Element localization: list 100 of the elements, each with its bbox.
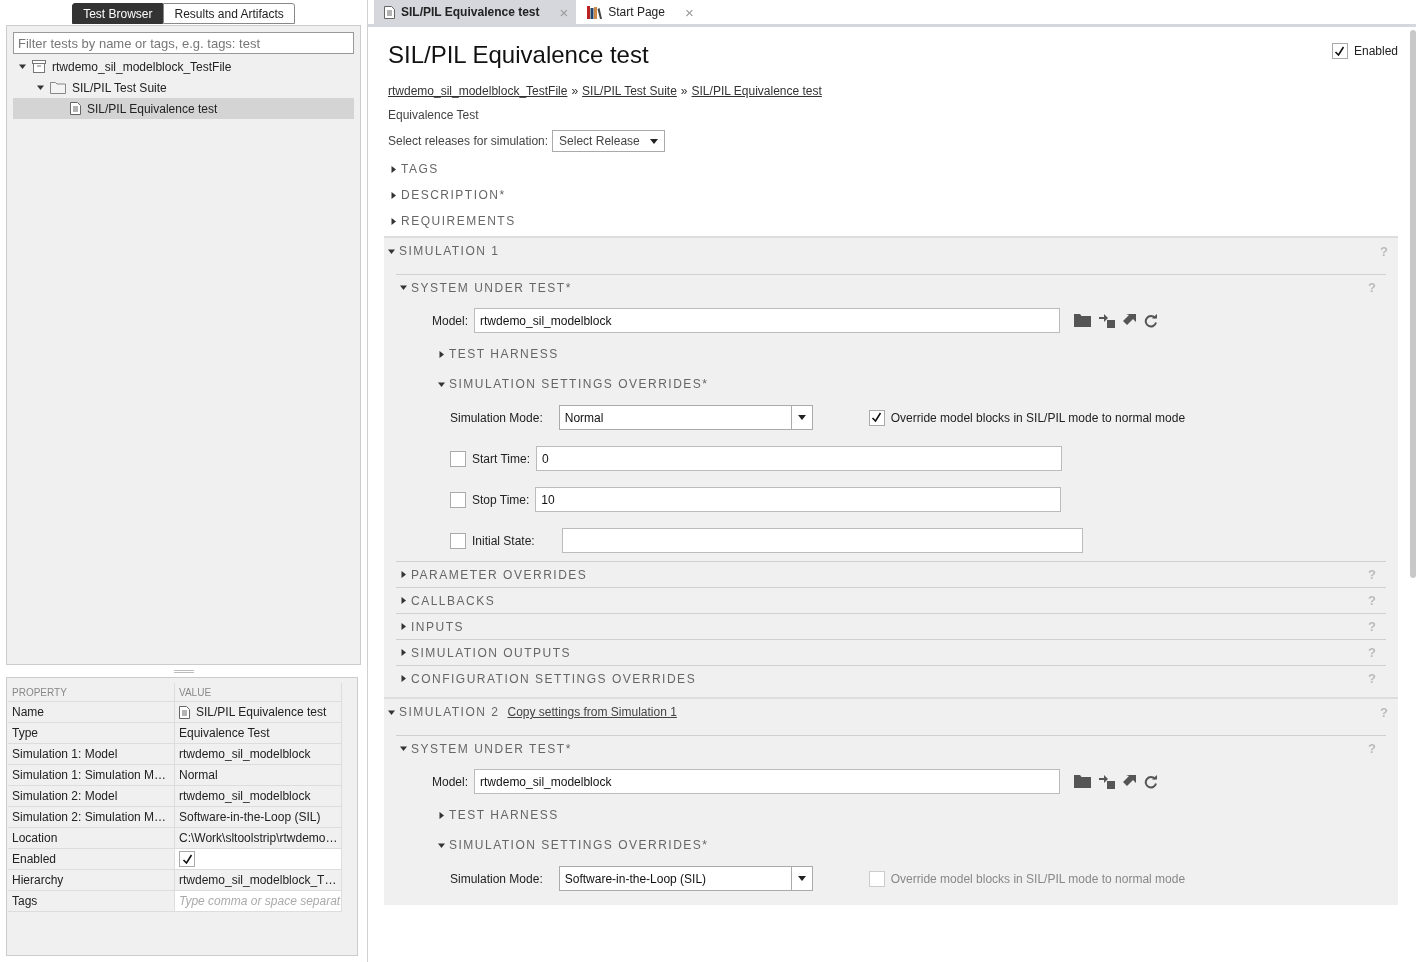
section-header[interactable]: SYSTEM UNDER TEST* ?	[396, 735, 1386, 761]
caret-icon	[797, 415, 806, 420]
section-header[interactable]: CONFIGURATION SETTINGS OVERRIDES ?	[396, 665, 1386, 691]
caret-icon[interactable]	[400, 745, 407, 752]
caret-icon[interactable]	[438, 811, 445, 819]
section-header[interactable]: SIMULATION OUTPUTS ?	[396, 639, 1386, 665]
caret-icon[interactable]	[400, 623, 407, 630]
checkbox[interactable]	[450, 532, 466, 549]
arrow-into-box-icon[interactable]	[1099, 313, 1116, 328]
model-field[interactable]: rtwdemo_sil_modelblock	[474, 769, 1061, 794]
table-cell: C:\Work\sltoolstrip\rtwdemo…	[175, 828, 342, 849]
override-label: Override model blocks in SIL/PIL mode to normal mode	[890, 410, 1186, 425]
arrow-into-box-icon[interactable]	[1099, 774, 1116, 789]
value-field[interactable]: 0	[536, 446, 1062, 471]
table-cell: Location	[8, 828, 175, 849]
tree-item[interactable]: SIL/PIL Equivalence test	[13, 98, 354, 119]
copy-settings-link[interactable]: Copy settings from Simulation 1	[507, 705, 677, 719]
caret-icon[interactable]	[388, 708, 395, 716]
caret-icon[interactable]	[438, 350, 445, 358]
caret-icon[interactable]	[390, 191, 397, 199]
section-header[interactable]: TEST HARNESS	[396, 341, 1386, 367]
breadcrumb-link[interactable]: rtwdemo_sil_modelblock_TestFile	[388, 84, 568, 98]
section-header[interactable]: INPUTS ?	[396, 613, 1386, 639]
section-title: PARAMETER OVERRIDES	[411, 567, 588, 582]
caret-icon[interactable]	[438, 380, 445, 388]
field-label: Start Time:	[472, 451, 530, 466]
panel-tab[interactable]: Test Browser	[72, 3, 164, 24]
section-title: SIMULATION 1	[399, 244, 500, 258]
close-button[interactable]: ×	[684, 3, 694, 21]
section-title: SIMULATION SETTINGS OVERRIDES*	[449, 377, 709, 391]
value-field[interactable]	[562, 528, 1083, 553]
section-title: REQUIREMENTS	[401, 214, 516, 228]
release-dropdown[interactable]: Select Release	[552, 130, 665, 152]
file-box-icon	[32, 60, 46, 73]
filter-field[interactable]: Filter tests by name or tags, e.g. tags: test	[13, 32, 354, 54]
section-header[interactable]: REQUIREMENTS	[384, 208, 1398, 234]
section-header[interactable]: DESCRIPTION*	[384, 182, 1398, 208]
table-cell: Type	[8, 723, 175, 744]
table-cell: Simulation 2: Model	[8, 786, 175, 807]
section-title: DESCRIPTION*	[401, 188, 506, 202]
section-title: INPUTS	[411, 619, 464, 634]
simulation-mode-dropdown[interactable]: Software-in-the-Loop (SIL)	[558, 866, 813, 891]
refresh-icon[interactable]	[1144, 313, 1159, 328]
caret-icon[interactable]	[388, 247, 395, 255]
tree-item[interactable]: rtwdemo_sil_modelblock_TestFile	[13, 56, 354, 77]
document-tab[interactable]: SIL/PIL Equivalence test ×	[374, 0, 577, 24]
section-title: SIMULATION SETTINGS OVERRIDES*	[449, 838, 709, 852]
caret-icon[interactable]	[390, 217, 397, 225]
refresh-icon[interactable]	[1144, 774, 1159, 789]
section-header[interactable]: SIMULATION SETTINGS OVERRIDES*	[396, 832, 1386, 858]
checkbox[interactable]	[450, 450, 466, 467]
table-cell: Normal	[175, 765, 342, 786]
tags-field[interactable]: Type comma or space separat	[175, 891, 342, 912]
caret-icon[interactable]	[400, 597, 407, 604]
tree-item[interactable]: SIL/PIL Test Suite	[13, 77, 354, 98]
folder-icon[interactable]	[1074, 314, 1092, 327]
test-type: Equivalence Test	[387, 108, 480, 122]
section-title: SIMULATION 2	[399, 705, 500, 719]
section-header[interactable]: CALLBACKS ?	[396, 587, 1386, 613]
value-field[interactable]: 10	[535, 487, 1062, 512]
section-title: TEST HARNESS	[449, 347, 559, 361]
books-icon	[586, 4, 603, 20]
caret-icon[interactable]	[19, 63, 26, 70]
caret-icon[interactable]	[400, 675, 407, 682]
checkbox[interactable]	[450, 491, 466, 508]
table-cell: SIL/PIL Equivalence test	[196, 705, 327, 719]
panel-tab[interactable]: Results and Artifacts	[163, 3, 295, 24]
diagonal-arrow-icon[interactable]	[1123, 775, 1137, 788]
section-header[interactable]: SIMULATION SETTINGS OVERRIDES*	[396, 371, 1386, 397]
model-field[interactable]: rtwdemo_sil_modelblock	[474, 308, 1061, 333]
table-cell: Tags	[8, 891, 175, 912]
breadcrumb-link[interactable]: SIL/PIL Equivalence test	[691, 84, 822, 98]
checkbox[interactable]	[179, 851, 195, 867]
checkbox[interactable]	[1331, 43, 1348, 59]
checkbox[interactable]	[868, 409, 885, 426]
section-header[interactable]: TEST HARNESS	[396, 802, 1386, 828]
section-header[interactable]: SIMULATION 2 Copy settings from Simulation 1 ?	[384, 699, 1398, 725]
caret-icon[interactable]	[400, 284, 407, 291]
breadcrumb-link[interactable]: SIL/PIL Test Suite	[582, 84, 677, 98]
table-cell: Equivalence Test	[175, 723, 342, 744]
section-header[interactable]: TAGS	[384, 156, 1398, 182]
caret-icon[interactable]	[37, 84, 44, 91]
table-cell: Simulation 1: Simulation M…	[8, 765, 175, 786]
release-label: Select releases for simulation:	[388, 134, 549, 148]
diagonal-arrow-icon[interactable]	[1123, 314, 1137, 327]
caret-icon[interactable]	[400, 571, 407, 578]
section-title: CALLBACKS	[411, 593, 496, 608]
caret-icon[interactable]	[400, 649, 407, 656]
section-header[interactable]: PARAMETER OVERRIDES ?	[396, 561, 1386, 587]
section-header[interactable]: SYSTEM UNDER TEST* ?	[396, 274, 1386, 300]
section-header[interactable]: SIMULATION 1 ?	[384, 238, 1398, 264]
simulation-mode-dropdown[interactable]: Normal	[558, 405, 813, 430]
document-icon	[70, 102, 81, 115]
table-cell: rtwdemo_sil_modelblock	[175, 786, 342, 807]
scrollbar[interactable]	[1410, 30, 1416, 578]
caret-icon[interactable]	[438, 841, 445, 849]
folder-icon[interactable]	[1074, 775, 1092, 788]
section-title: SYSTEM UNDER TEST*	[411, 280, 572, 295]
caret-icon[interactable]	[390, 165, 397, 173]
field-label: Initial State:	[472, 533, 535, 548]
